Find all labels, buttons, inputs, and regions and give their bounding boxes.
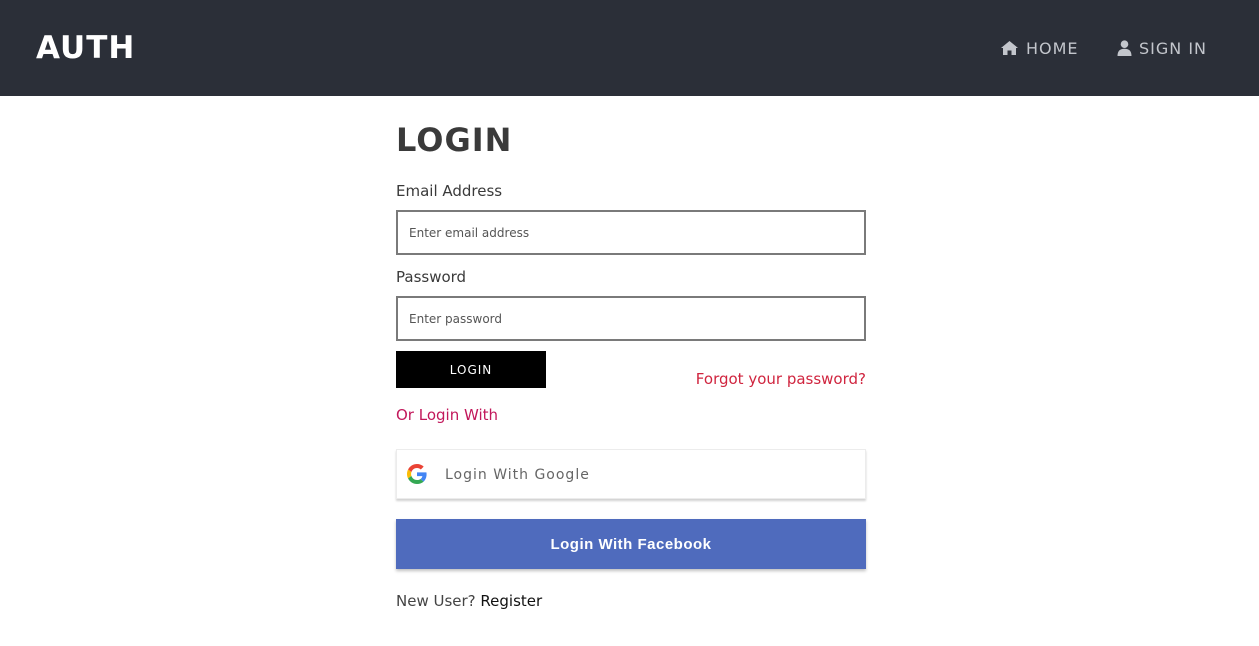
register-link[interactable]: Register	[480, 592, 542, 610]
nav-home-label: HOME	[1026, 38, 1079, 58]
register-prompt: New User? Register	[396, 591, 542, 611]
login-facebook-button[interactable]: Login With Facebook	[396, 519, 866, 569]
home-icon	[1001, 41, 1018, 55]
forgot-password-link[interactable]: Forgot your password?	[696, 369, 866, 389]
page-title: LOGIN	[396, 121, 513, 159]
login-button[interactable]: LOGIN	[396, 351, 546, 388]
email-label: Email Address	[396, 182, 503, 200]
brand-logo[interactable]: AUTH	[36, 30, 135, 66]
nav-signin-link[interactable]: SIGN IN	[1117, 37, 1207, 59]
navbar: AUTH HOME SIGN IN	[0, 0, 1259, 96]
login-google-button[interactable]: Login With Google	[396, 449, 866, 499]
or-login-with-text: Or Login With	[396, 406, 499, 424]
user-icon	[1117, 40, 1132, 56]
password-field[interactable]	[396, 296, 866, 341]
nav-home-link[interactable]: HOME	[1000, 37, 1079, 59]
new-user-text: New User?	[396, 592, 476, 610]
login-google-label: Login With Google	[445, 467, 590, 483]
nav-signin-label: SIGN IN	[1139, 38, 1208, 58]
email-field[interactable]	[396, 210, 866, 255]
google-icon	[407, 464, 427, 484]
password-label: Password	[396, 268, 467, 286]
